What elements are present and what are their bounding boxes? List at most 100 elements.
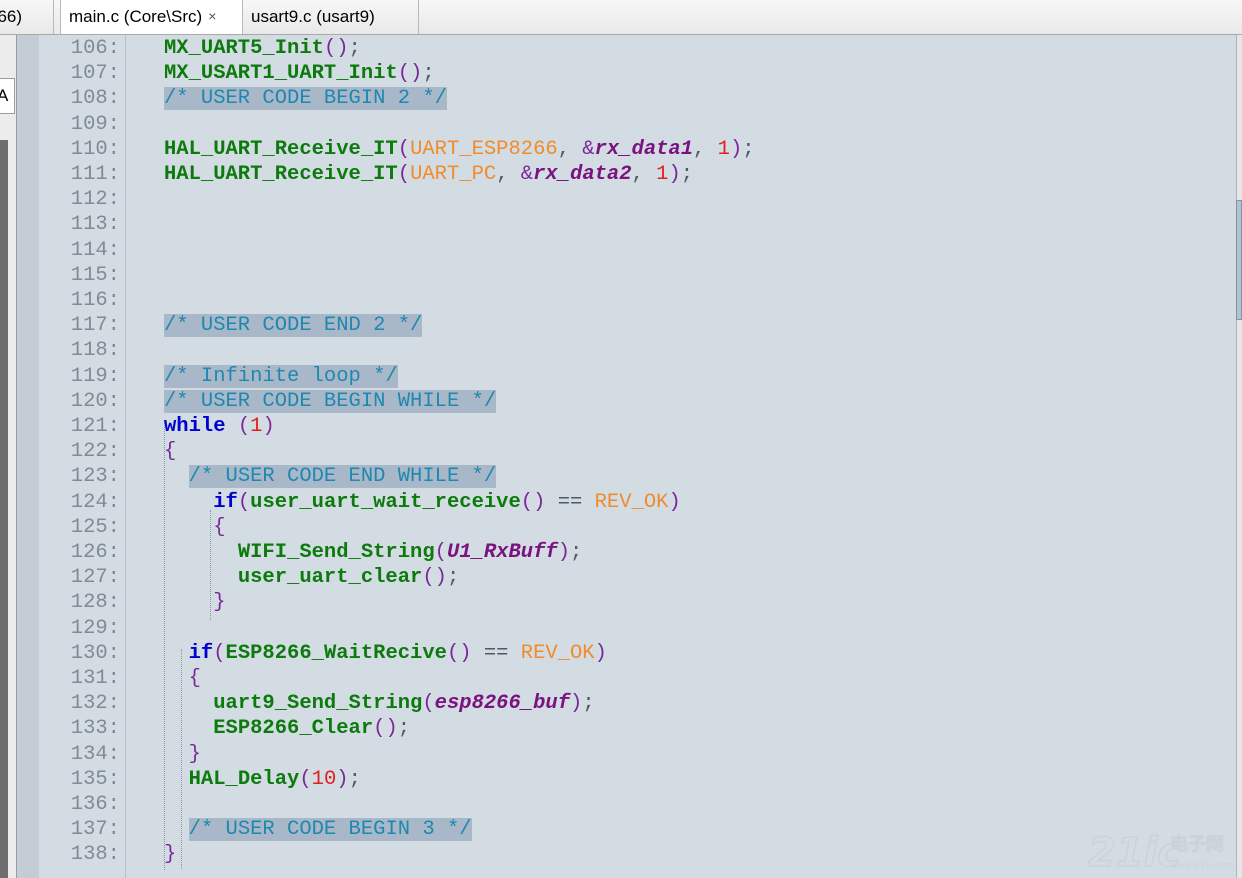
code-line[interactable]: 125: { (71, 515, 1226, 540)
code-line[interactable]: 134: } (71, 742, 1226, 767)
code-text-run: } (164, 842, 176, 867)
watermark-cn: 电子网 (1170, 833, 1224, 855)
code-line[interactable]: 111: HAL_UART_Receive_IT(UART_PC, &rx_dat… (71, 162, 1226, 187)
code-punctuation: } (213, 591, 226, 615)
21ic-watermark-logo: 21ic 电子网 www.21ic.com (1088, 829, 1235, 876)
line-number: 121: (70, 415, 120, 438)
code-punctuation: ( (397, 163, 411, 186)
code-line[interactable]: 120: /* USER CODE BEGIN WHILE */ (71, 389, 1226, 414)
code-number: 1 (250, 415, 263, 438)
tab-label: main.c (Core\Src) (69, 7, 203, 26)
tab-esp8266[interactable]: 266) (0, 0, 54, 34)
code-comment: /* USER CODE BEGIN WHILE */ (164, 389, 497, 413)
code-line[interactable]: 131: { (71, 666, 1226, 691)
code-line[interactable]: 109: (71, 112, 1226, 137)
code-line[interactable]: 116: (71, 288, 1226, 313)
editor-tab-bar: 266) main.c (Core\Src) × usart9.c (usart9… (0, 0, 1242, 35)
code-text-run: HAL_UART_Receive_IT(UART_ESP8266, &rx_da… (164, 137, 755, 162)
close-icon[interactable]: × (208, 8, 216, 24)
code-text: , (496, 163, 521, 186)
code-punctuation: () (446, 641, 472, 665)
code-editor[interactable]: 106: MX_UART5_Init(); 107: MX_USART1_UART_I… (71, 35, 1236, 878)
code-variable: esp8266_buf (434, 692, 570, 716)
line-number: 131: (70, 667, 120, 690)
scrollbar-thumb[interactable] (1236, 200, 1242, 320)
code-line[interactable]: 110: HAL_UART_Receive_IT(UART_ESP8266, &r… (71, 137, 1226, 162)
code-function: uart9_Send_String (213, 692, 423, 716)
vertical-scrollbar[interactable] (1236, 35, 1242, 878)
code-text-run: /* USER CODE BEGIN 3 */ (164, 817, 472, 842)
code-line[interactable]: 129: (71, 616, 1226, 641)
line-number: 126: (70, 541, 120, 564)
tab-usart9-c[interactable]: usart9.c (usart9) (243, 0, 419, 34)
code-line[interactable]: 132: uart9_Send_String(esp8266_buf); (71, 691, 1226, 716)
code-text: ; (446, 566, 460, 590)
code-text-run: while (1) (164, 414, 275, 439)
code-text-run: /* USER CODE BEGIN 2 */ (164, 86, 447, 111)
code-line[interactable]: 108: /* USER CODE BEGIN 2 */ (71, 86, 1226, 111)
tab-label: 266) (0, 7, 23, 26)
code-line[interactable]: 106: MX_UART5_Init(); (71, 36, 1226, 61)
code-line[interactable]: 130: if(ESP8266_WaitRecive() == REV_OK) (71, 641, 1226, 666)
code-text: ; (348, 37, 361, 60)
code-line[interactable]: 118: (71, 338, 1226, 363)
tab-label: usart9.c (usart9) (251, 7, 375, 26)
code-line[interactable]: 133: ESP8266_Clear(); (71, 716, 1226, 741)
code-punctuation: ) (729, 137, 743, 161)
code-punctuation: ) (557, 541, 570, 564)
code-keyword: while (164, 415, 226, 438)
code-line[interactable]: 138:} (71, 842, 1226, 867)
code-line[interactable]: 127: user_uart_clear(); (71, 565, 1226, 590)
code-punctuation: () (397, 62, 423, 86)
code-line[interactable]: 135: HAL_Delay(10); (71, 767, 1226, 792)
code-line[interactable]: 128: } (71, 590, 1226, 615)
code-line[interactable]: 112: (71, 187, 1226, 212)
code-comment: /* USER CODE END 2 */ (164, 314, 423, 338)
code-function: MX_USART1_UART_Init (164, 62, 398, 86)
code-punctuation: () (323, 37, 349, 60)
code-line[interactable]: 121: while (1) (71, 414, 1226, 439)
code-line[interactable]: 124: if(user_uart_wait_receive() == REV_… (71, 490, 1226, 515)
code-text: ; (680, 163, 694, 186)
line-number: 106: (70, 37, 120, 60)
line-number: 129: (70, 616, 120, 640)
code-line[interactable]: 113: (71, 212, 1226, 237)
code-text-run: { (164, 439, 176, 464)
code-line[interactable]: 126: WIFI_Send_String(U1_RxBuff); (71, 540, 1226, 565)
code-punctuation: & (520, 163, 534, 186)
code-line[interactable]: 115: (71, 263, 1226, 288)
tab-main-c[interactable]: main.c (Core\Src) × (60, 0, 243, 34)
code-text: == (471, 641, 521, 665)
code-text: ; (582, 692, 595, 716)
code-text-run: HAL_UART_Receive_IT(UART_PC, &rx_data2, … (164, 162, 693, 187)
line-number: 113: (70, 213, 120, 237)
code-line[interactable]: 117: /* USER CODE END 2 */ (71, 313, 1226, 338)
code-punctuation: ( (299, 767, 312, 791)
code-comment: /* Infinite loop */ (164, 364, 398, 388)
code-text: == (545, 490, 595, 514)
code-text: , (631, 163, 657, 186)
line-number: 135: (70, 767, 120, 791)
code-line[interactable]: 107: MX_USART1_UART_Init(); (71, 61, 1226, 86)
code-line[interactable]: 119: /* Infinite loop */ (71, 364, 1226, 389)
code-line[interactable]: 114: (71, 238, 1226, 263)
code-punctuation: ( (397, 137, 411, 161)
code-line[interactable]: 136: (71, 792, 1226, 817)
code-punctuation: ( (237, 490, 251, 514)
line-number: 125: (70, 515, 120, 539)
watermark-brand: 21ic (1088, 830, 1181, 876)
code-punctuation: ) (594, 641, 607, 665)
code-line[interactable]: 122: { (71, 439, 1226, 464)
code-line[interactable]: 137: /* USER CODE BEGIN 3 */ (71, 817, 1226, 842)
line-number: 109: (70, 112, 120, 136)
code-line[interactable]: 123: /* USER CODE END WHILE */ (71, 464, 1226, 489)
code-punctuation: () (422, 566, 447, 590)
